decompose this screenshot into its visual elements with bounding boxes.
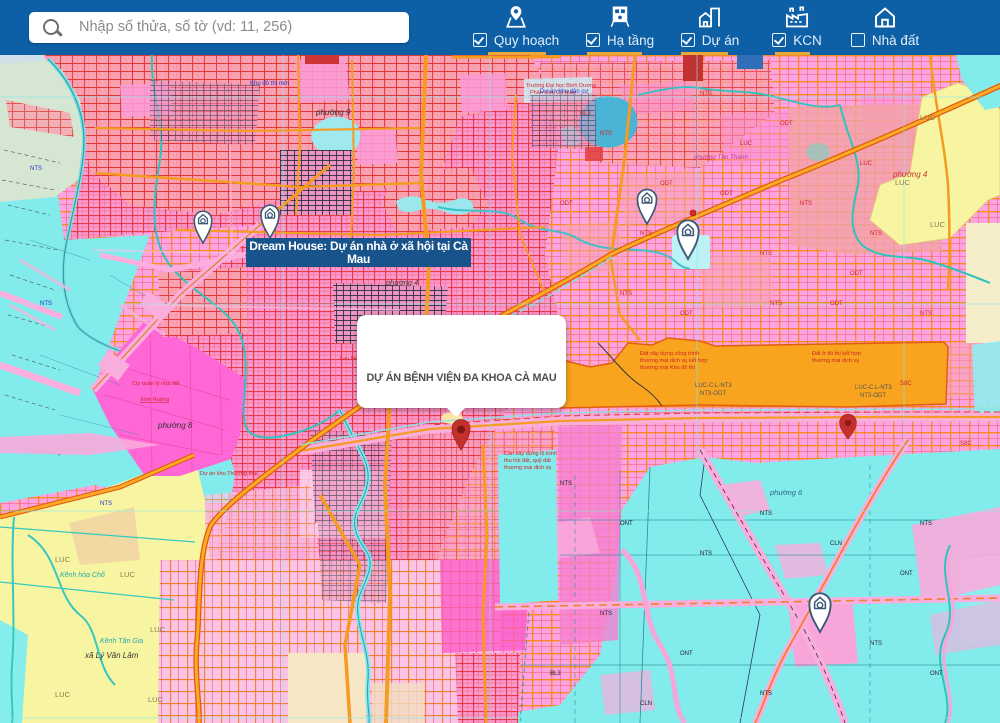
svg-text:Cần xây dựng lộ trình: Cần xây dựng lộ trình [504, 451, 557, 457]
svg-text:ODT: ODT [720, 191, 733, 197]
svg-text:NTS: NTS [40, 301, 52, 307]
svg-text:ODT: ODT [660, 181, 673, 187]
svg-text:Cty quản lý nhà đất: Cty quản lý nhà đất [132, 381, 180, 387]
svg-text:NT3-ODT: NT3-ODT [700, 391, 726, 397]
svg-text:LUC-C.L-NT3: LUC-C.L-NT3 [695, 383, 732, 389]
svg-text:S8C: S8C [900, 381, 912, 387]
svg-text:NTS: NTS [100, 501, 112, 507]
svg-text:NTS: NTS [30, 166, 42, 172]
svg-text:NTS: NTS [760, 691, 772, 697]
svg-text:NTS: NTS [620, 291, 632, 297]
svg-text:NT3-ODT: NT3-ODT [860, 393, 886, 399]
svg-text:NTS: NTS [770, 301, 782, 307]
svg-text:LUC: LUC [150, 625, 166, 634]
svg-text:LUC: LUC [930, 220, 946, 229]
svg-text:LUC: LUC [55, 690, 71, 699]
svg-text:thương mại Khu đô thị: thương mại Khu đô thị [640, 365, 695, 371]
svg-text:LUC: LUC [860, 161, 873, 167]
svg-text:LUC: LUC [740, 141, 753, 147]
svg-text:Kênh Tân Gia: Kênh Tân Gia [100, 638, 143, 645]
svg-text:Kênh hòa Chổ: Kênh hòa Chổ [60, 571, 106, 579]
svg-text:LUC: LUC [120, 570, 136, 579]
svg-text:NTS: NTS [920, 311, 932, 317]
svg-text:phường Tân Thành: phường Tân Thành [693, 154, 749, 161]
svg-text:ONT: ONT [680, 651, 693, 657]
svg-text:Đất ở đô thị kết hợp: Đất ở đô thị kết hợp [812, 350, 861, 357]
svg-text:NTS: NTS [800, 201, 812, 207]
svg-text:thu hồi đất, quỹ đất: thu hồi đất, quỹ đất [504, 458, 551, 464]
svg-text:ONT: ONT [930, 671, 943, 677]
svg-text:NTS: NTS [920, 521, 932, 527]
svg-text:ODT: ODT [830, 301, 843, 307]
svg-text:LUC: LUC [148, 695, 164, 704]
svg-text:Dự án khu Thương mại: Dự án khu Thương mại [200, 471, 257, 477]
svg-text:NTS: NTS [870, 231, 882, 237]
svg-text:ODT: ODT [680, 311, 693, 317]
svg-text:NTS: NTS [760, 251, 772, 257]
svg-text:NTS: NTS [600, 611, 612, 617]
svg-text:ODT: ODT [850, 271, 863, 277]
svg-text:xã Lý Văn Lâm: xã Lý Văn Lâm [84, 651, 139, 660]
svg-text:ODT: ODT [560, 201, 573, 207]
svg-text:thương mại dịch vụ: thương mại dịch vụ [504, 465, 551, 471]
svg-text:Xóm Ruộng: Xóm Ruộng [140, 397, 169, 403]
svg-text:ODT: ODT [780, 121, 793, 127]
svg-text:NTS: NTS [760, 511, 772, 517]
svg-text:thương mại dịch vụ: thương mại dịch vụ [812, 358, 859, 364]
svg-text:CLN: CLN [640, 701, 652, 707]
svg-text:LUC-C.L-NT3: LUC-C.L-NT3 [855, 385, 892, 391]
svg-text:phường 8: phường 8 [157, 421, 193, 430]
svg-text:ONT: ONT [900, 571, 913, 577]
svg-text:Dự án khu dân cư: Dự án khu dân cư [540, 89, 588, 95]
svg-text:phường 9: phường 9 [315, 108, 351, 117]
svg-text:ONT: ONT [620, 521, 633, 527]
svg-text:NTS: NTS [700, 91, 712, 97]
svg-text:BL3: BL3 [580, 111, 591, 117]
svg-text:NTS: NTS [700, 551, 712, 557]
svg-text:NTS: NTS [640, 231, 652, 237]
svg-text:Đất xây dựng công trình: Đất xây dựng công trình [640, 351, 699, 357]
svg-text:LUC: LUC [55, 555, 71, 564]
svg-text:LUC: LUC [895, 178, 911, 187]
svg-text:CLN: CLN [830, 541, 842, 547]
svg-text:NTS: NTS [600, 131, 612, 137]
svg-text:phường 4: phường 4 [385, 278, 418, 287]
svg-text:Khu đô thị mới: Khu đô thị mới [250, 81, 289, 87]
svg-text:BL3: BL3 [550, 671, 561, 677]
svg-text:phường 6: phường 6 [769, 488, 803, 497]
svg-text:NTS: NTS [560, 481, 572, 487]
svg-text:thương mại dịch vụ kết hợp: thương mại dịch vụ kết hợp [640, 358, 707, 364]
svg-text:NTS: NTS [870, 641, 882, 647]
svg-text:LUC: LUC [920, 113, 936, 122]
svg-text:S8C: S8C [960, 441, 972, 447]
